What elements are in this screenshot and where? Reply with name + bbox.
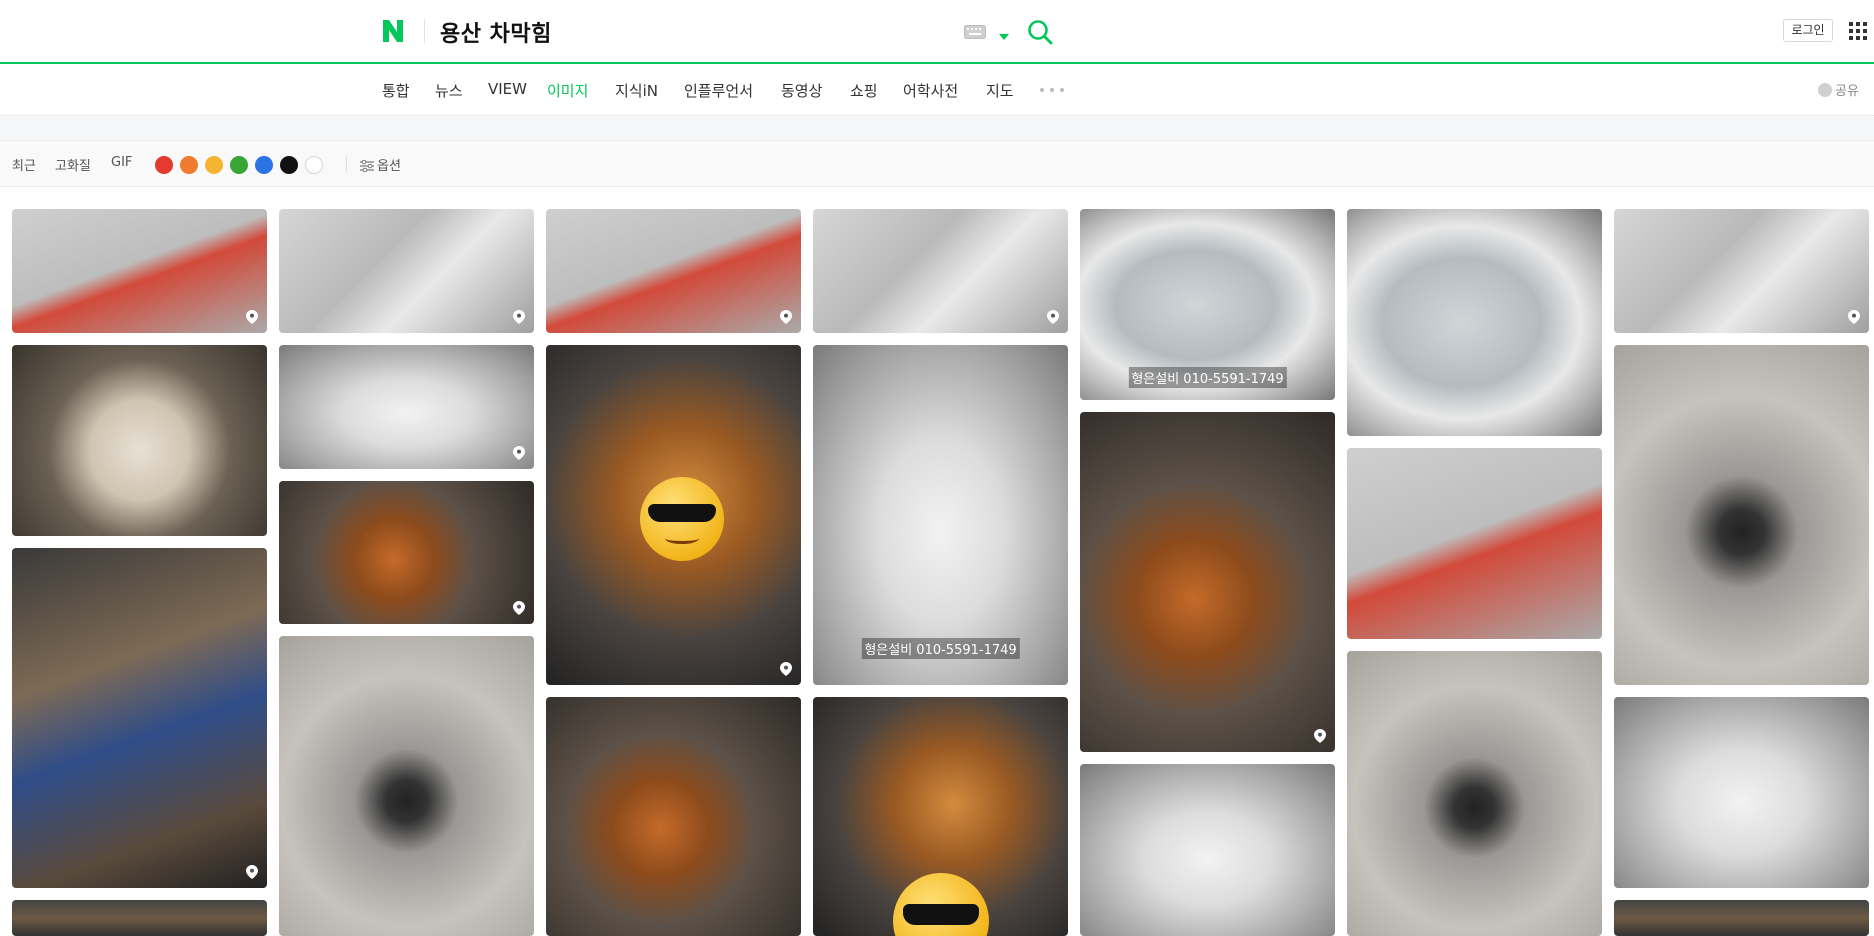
search-header: 용산 차막힘 로그인 xyxy=(0,0,1874,64)
tab-news[interactable]: 뉴스 xyxy=(435,80,463,101)
image-watermark: 형은설비 010-5591-1749 xyxy=(861,638,1020,659)
color-filter-blue[interactable] xyxy=(255,156,273,174)
image-result[interactable] xyxy=(1614,900,1869,936)
chevron-down-icon[interactable] xyxy=(998,27,1010,40)
color-filter-yellow[interactable] xyxy=(205,156,223,174)
location-pin-icon xyxy=(513,601,525,615)
tab-images[interactable]: 이미지 xyxy=(547,80,588,101)
image-result[interactable] xyxy=(1080,764,1335,936)
keyboard-icon[interactable] xyxy=(964,24,986,39)
location-pin-icon xyxy=(246,865,258,879)
tab-view[interactable]: VIEW xyxy=(488,80,527,98)
image-result[interactable] xyxy=(12,548,267,888)
image-result[interactable] xyxy=(1080,412,1335,752)
sunglasses-emoji-sticker xyxy=(640,477,724,561)
image-result[interactable] xyxy=(1614,697,1869,888)
image-result[interactable] xyxy=(1347,651,1602,936)
location-pin-icon xyxy=(780,662,792,676)
tab-shopping[interactable]: 쇼핑 xyxy=(850,80,878,101)
image-result[interactable]: 형은설비 010-5591-1749 xyxy=(813,345,1068,685)
naver-logo[interactable] xyxy=(380,18,406,44)
search-icon xyxy=(1028,20,1053,45)
image-result[interactable] xyxy=(1347,209,1602,436)
location-pin-icon xyxy=(246,310,258,324)
location-pin-icon xyxy=(1047,310,1059,324)
filter-gif[interactable]: GIF xyxy=(111,155,132,170)
color-filter-black[interactable] xyxy=(280,156,298,174)
tab-video[interactable]: 동영상 xyxy=(781,80,822,101)
color-filter-orange[interactable] xyxy=(180,156,198,174)
image-result[interactable] xyxy=(279,481,534,624)
image-filter-bar: 최근 고화질 GIF 옵션 xyxy=(0,140,1874,187)
header-divider xyxy=(424,19,425,43)
location-pin-icon xyxy=(780,310,792,324)
options-label: 옵션 xyxy=(377,159,401,174)
image-result[interactable]: 형은설비 010-5591-1749 xyxy=(1080,209,1335,400)
tab-all[interactable]: 통합 xyxy=(382,80,410,101)
location-pin-icon xyxy=(1848,310,1860,324)
sliders-icon xyxy=(360,159,374,173)
image-results-grid: 형은설비 010-5591-1749 형은설비 010-5591-1749 xyxy=(0,188,1874,936)
image-result[interactable] xyxy=(279,345,534,469)
grid-icon[interactable] xyxy=(1849,22,1867,40)
image-result[interactable] xyxy=(546,209,801,333)
tab-dictionary[interactable]: 어학사전 xyxy=(903,80,958,101)
login-button[interactable]: 로그인 xyxy=(1783,19,1833,42)
filter-recent[interactable]: 최근 xyxy=(12,155,36,174)
share-button[interactable]: 공유 xyxy=(1818,80,1859,99)
filter-divider xyxy=(346,156,347,172)
share-label: 공유 xyxy=(1835,84,1859,99)
image-result[interactable] xyxy=(12,345,267,536)
tab-influencer[interactable]: 인플루언서 xyxy=(684,80,753,101)
location-pin-icon xyxy=(1314,729,1326,743)
color-filter-green[interactable] xyxy=(230,156,248,174)
image-result[interactable] xyxy=(1614,345,1869,685)
image-result[interactable] xyxy=(546,345,801,685)
search-query-input[interactable]: 용산 차막힘 xyxy=(440,16,552,48)
share-icon xyxy=(1818,83,1832,97)
image-watermark: 형은설비 010-5591-1749 xyxy=(1128,367,1287,388)
image-result[interactable] xyxy=(12,209,267,333)
filter-hd[interactable]: 고화질 xyxy=(55,155,91,174)
tab-map[interactable]: 지도 xyxy=(986,80,1014,101)
sunglasses-emoji-sticker xyxy=(893,873,989,936)
image-result[interactable] xyxy=(279,209,534,333)
location-pin-icon xyxy=(513,446,525,460)
options-button[interactable]: 옵션 xyxy=(360,155,401,174)
image-result[interactable] xyxy=(813,209,1068,333)
more-tabs-icon[interactable] xyxy=(1040,88,1064,94)
color-filter-white[interactable] xyxy=(305,156,323,174)
image-result[interactable] xyxy=(813,697,1068,936)
tab-knowledge-in[interactable]: 지식iN xyxy=(615,80,658,101)
image-result[interactable] xyxy=(1347,448,1602,639)
spacer-band xyxy=(0,117,1874,140)
search-button[interactable] xyxy=(1026,18,1054,46)
search-tabs: 통합 뉴스 VIEW 이미지 지식iN 인플루언서 동영상 쇼핑 어학사전 지도 xyxy=(0,66,1874,116)
location-pin-icon xyxy=(513,310,525,324)
color-filter-red[interactable] xyxy=(155,156,173,174)
image-result[interactable] xyxy=(546,697,801,936)
image-result[interactable] xyxy=(1614,209,1869,333)
image-result[interactable] xyxy=(279,636,534,936)
image-result[interactable] xyxy=(12,900,267,936)
